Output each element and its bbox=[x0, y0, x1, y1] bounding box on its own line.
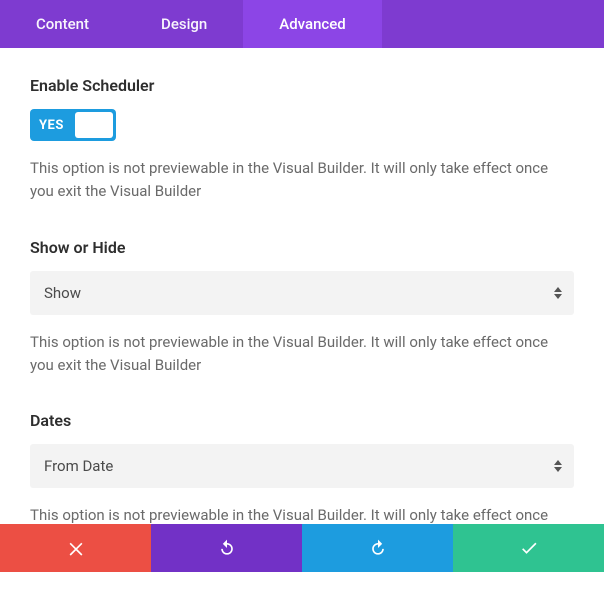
settings-panel: Enable Scheduler YES This option is not … bbox=[0, 48, 604, 595]
show-hide-select[interactable]: Show bbox=[30, 271, 574, 315]
tab-advanced[interactable]: Advanced bbox=[243, 0, 381, 48]
undo-button[interactable] bbox=[151, 524, 302, 572]
close-icon bbox=[66, 538, 86, 558]
dates-select[interactable]: From Date bbox=[30, 444, 574, 488]
confirm-button[interactable] bbox=[453, 524, 604, 572]
redo-button[interactable] bbox=[302, 524, 453, 572]
show-hide-title: Show or Hide bbox=[30, 238, 574, 257]
tab-design[interactable]: Design bbox=[125, 0, 243, 48]
show-hide-value: Show bbox=[44, 284, 81, 302]
show-hide-helper: This option is not previewable in the Vi… bbox=[30, 331, 574, 378]
scheduler-helper: This option is not previewable in the Vi… bbox=[30, 157, 574, 204]
toggle-knob bbox=[75, 112, 113, 138]
sort-icon bbox=[554, 460, 562, 472]
action-bar bbox=[0, 524, 604, 572]
scheduler-toggle-label: YES bbox=[39, 118, 64, 133]
sort-icon bbox=[554, 287, 562, 299]
scheduler-title: Enable Scheduler bbox=[30, 76, 574, 95]
cancel-button[interactable] bbox=[0, 524, 151, 572]
undo-icon bbox=[217, 538, 237, 558]
scheduler-toggle[interactable]: YES bbox=[30, 109, 116, 141]
tab-content[interactable]: Content bbox=[0, 0, 125, 48]
redo-icon bbox=[368, 538, 388, 558]
dates-value: From Date bbox=[44, 457, 113, 475]
tab-bar: Content Design Advanced bbox=[0, 0, 604, 48]
dates-title: Dates bbox=[30, 411, 574, 430]
check-icon bbox=[519, 538, 539, 558]
